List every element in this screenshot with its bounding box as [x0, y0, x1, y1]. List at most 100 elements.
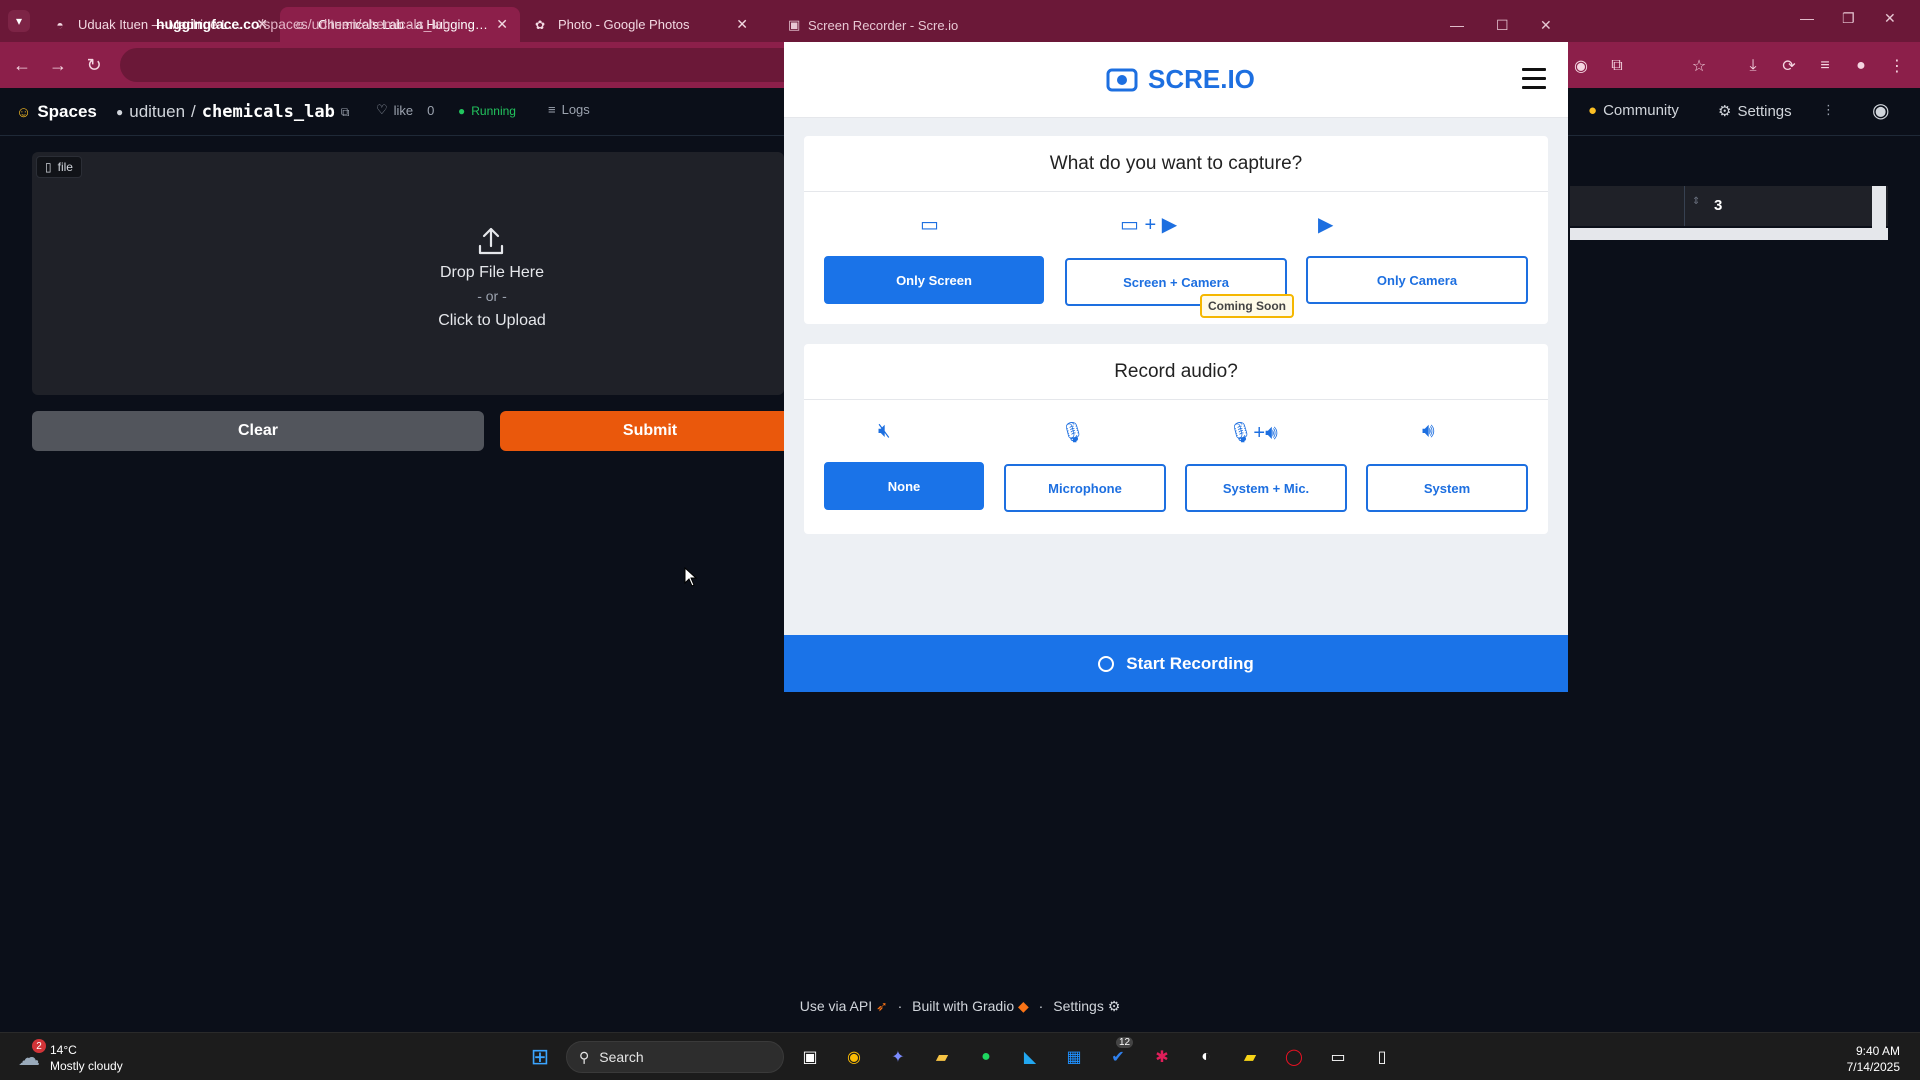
coming-soon-badge: Coming Soon — [1200, 294, 1294, 318]
browser-tab[interactable]: ✿ Photo - Google Photos ✕ — [520, 7, 760, 42]
task-view-icon[interactable]: ▣ — [796, 1043, 824, 1071]
puzzle-icon[interactable]: ⧉ — [1606, 55, 1628, 77]
monitor-plus-camera-icon: ▭ + ▶ — [1120, 214, 1178, 236]
minimize-icon[interactable]: — — [1800, 10, 1814, 26]
system-clock[interactable]: 9:40 AM 7/14/2025 — [1847, 1043, 1900, 1075]
slack-icon[interactable]: ✱ — [1148, 1043, 1176, 1071]
community-label: Community — [1603, 102, 1679, 119]
drop-or-text: - or - — [477, 288, 507, 304]
horizontal-scrollbar[interactable] — [1570, 228, 1888, 240]
like-button[interactable]: ♡ like 0 — [376, 102, 434, 118]
file-icon: ▯ — [45, 160, 52, 174]
hamburger-menu-icon[interactable] — [1522, 68, 1546, 90]
menu-kebab-icon[interactable]: ⋮ — [1886, 55, 1908, 77]
vertical-scrollbar[interactable] — [1872, 186, 1886, 230]
restore-icon[interactable]: ❐ — [1842, 10, 1855, 27]
opera-icon[interactable]: ◯ — [1280, 1043, 1308, 1071]
capture-question: What do you want to capture? — [804, 136, 1548, 192]
bookmark-star-icon[interactable]: ☆ — [1688, 55, 1710, 77]
community-link[interactable]: ● Community — [1588, 102, 1679, 119]
spotify-icon[interactable]: ● — [972, 1043, 1000, 1071]
audio-microphone-button[interactable]: Microphone — [1004, 464, 1166, 512]
huggingface-logo-icon: ☺ — [16, 103, 32, 121]
input-divider — [1684, 186, 1685, 226]
start-recording-label: Start Recording — [1126, 653, 1254, 673]
user-avatar[interactable]: ◉ — [1872, 98, 1889, 123]
store-icon[interactable]: ▦ — [1060, 1043, 1088, 1071]
footer-settings-link[interactable]: Settings — [1053, 998, 1104, 1014]
status-text: Running — [471, 104, 516, 118]
gear-icon: ⚙ — [1718, 103, 1732, 120]
search-icon: ⚲ — [579, 1048, 590, 1065]
breadcrumb-separator: / — [191, 102, 196, 121]
clock-time: 9:40 AM — [1855, 1044, 1900, 1058]
spaces-label: Spaces — [37, 102, 97, 121]
download-icon[interactable]: ⤓ — [1742, 55, 1764, 77]
close-window-icon[interactable]: ✕ — [1884, 10, 1896, 27]
mouse-cursor-icon — [684, 567, 698, 587]
popup-maximize-icon[interactable]: ☐ — [1496, 17, 1509, 34]
gradio-logo-icon: ◆ — [1018, 998, 1029, 1014]
only-camera-button[interactable]: Only Camera — [1306, 256, 1528, 304]
popup-close-icon[interactable]: ✕ — [1540, 17, 1552, 34]
logs-label: Logs — [561, 102, 590, 117]
close-tab-icon[interactable]: ✕ — [736, 16, 748, 33]
start-recording-button[interactable]: Start Recording — [784, 635, 1568, 692]
copy-icon[interactable]: ⧉ — [341, 105, 350, 120]
file-component-label: ▯ file — [36, 156, 82, 178]
repo-name[interactable]: chemicals_lab — [202, 102, 335, 122]
status-badge: ● Running — [458, 104, 516, 118]
repo-breadcrumb: ● udituen / chemicals_lab ⧉ — [116, 102, 349, 122]
spaces-link[interactable]: ☺ Spaces — [16, 102, 97, 122]
chrome-icon[interactable]: ◉ — [840, 1043, 868, 1071]
back-icon[interactable]: ← — [10, 53, 34, 77]
audio-system-mic-button[interactable]: System + Mic. — [1185, 464, 1347, 512]
number-input[interactable]: ⇕ 3 — [1570, 186, 1888, 226]
terminal-icon[interactable]: ▭ — [1324, 1043, 1352, 1071]
vscode-icon[interactable]: ◣ — [1016, 1043, 1044, 1071]
audio-none-button[interactable]: None — [824, 462, 984, 510]
file-label-text: file — [57, 160, 73, 174]
close-tab-icon[interactable]: ✕ — [496, 16, 508, 33]
only-screen-button[interactable]: Only Screen — [824, 256, 1044, 304]
media-icon[interactable]: ≡ — [1814, 55, 1836, 77]
notification-badge: 12 — [1116, 1037, 1134, 1048]
clock-date: 7/14/2025 — [1846, 1060, 1900, 1074]
community-icon: ● — [1588, 102, 1598, 119]
speaker-icon: 🔊︎ — [1422, 420, 1435, 442]
github-icon[interactable]: ◐ — [1192, 1043, 1220, 1071]
extension-icon[interactable]: ◉ — [1570, 55, 1592, 77]
stepper-icon[interactable]: ⇕ — [1692, 196, 1700, 207]
audio-system-button[interactable]: System — [1366, 464, 1528, 512]
sticky-notes-icon[interactable]: ▰ — [1236, 1043, 1264, 1071]
footer-separator: · — [1038, 998, 1044, 1014]
rocket-icon: ➶ — [875, 998, 888, 1014]
popup-minimize-icon[interactable]: — — [1450, 17, 1464, 33]
windows-start-icon[interactable]: ⊞ — [526, 1043, 554, 1071]
copilot-icon[interactable]: ✦ — [884, 1043, 912, 1071]
logs-link[interactable]: ≡ Logs — [548, 102, 590, 117]
notepad-icon[interactable]: ▯ — [1368, 1043, 1396, 1071]
owner-avatar-icon: ● — [116, 105, 124, 119]
taskbar-search[interactable]: ⚲ Search — [566, 1041, 784, 1073]
weather-description: Mostly cloudy — [50, 1059, 123, 1073]
reload-icon[interactable]: ↻ — [82, 53, 106, 77]
built-with-gradio-link[interactable]: Built with Gradio — [912, 998, 1014, 1014]
submit-button[interactable]: Submit — [500, 411, 800, 451]
recorder-header: SCRE.IO — [784, 42, 1568, 118]
file-explorer-icon[interactable]: ▰ — [928, 1043, 956, 1071]
forward-icon[interactable]: → — [46, 53, 70, 77]
settings-label: Settings — [1737, 102, 1792, 120]
profile-avatar-icon[interactable]: ● — [1850, 55, 1872, 77]
url-text[interactable]: huggingface.co/spaces/udituen/chemicals_… — [156, 16, 450, 32]
clear-button[interactable]: Clear — [32, 411, 484, 451]
tab-search-dropdown[interactable]: ▾ — [8, 10, 30, 32]
sync-icon[interactable]: ⟳ — [1778, 55, 1800, 77]
use-via-api-link[interactable]: Use via API — [800, 998, 872, 1014]
settings-link[interactable]: ⚙ Settings — [1718, 102, 1792, 121]
mic-plus-speaker-icon: 🎙︎+🔊︎ — [1228, 422, 1278, 444]
repo-owner[interactable]: udituen — [129, 102, 185, 122]
screio-logo[interactable]: SCRE.IO — [1106, 64, 1255, 95]
more-options-icon[interactable]: ⋮ — [1822, 102, 1835, 118]
google-photos-favicon-icon: ✿ — [534, 17, 546, 32]
